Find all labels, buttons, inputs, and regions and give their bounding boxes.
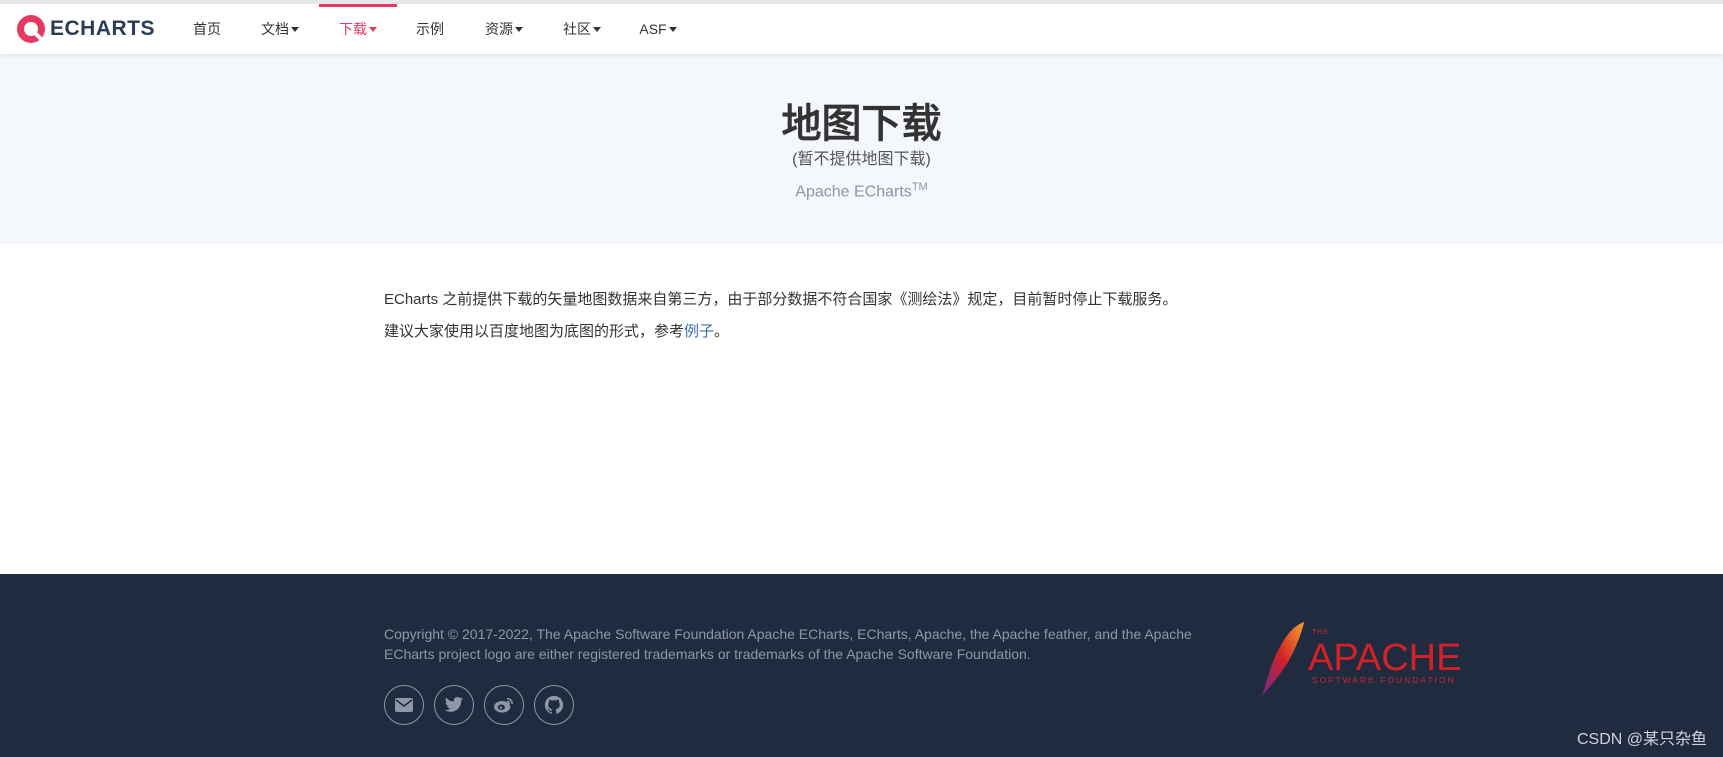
mail-button[interactable] bbox=[384, 685, 424, 725]
notice-content: ECharts 之前提供下载的矢量地图数据来自第三方，由于部分数据不符合国家《测… bbox=[384, 284, 1344, 348]
notice-line-2: 建议大家使用以百度地图为底图的形式，参考例子。 bbox=[384, 316, 1344, 348]
trademark-mark: TM bbox=[911, 181, 928, 193]
nav-home[interactable]: 首页 bbox=[186, 4, 228, 54]
nav-resources-label: 资源 bbox=[485, 21, 513, 37]
twitter-button[interactable] bbox=[434, 685, 474, 725]
notice-line-2-suffix: 。 bbox=[714, 323, 730, 340]
notice-line-2-prefix: 建议大家使用以百度地图为底图的形式，参考 bbox=[384, 323, 685, 340]
page-header: 地图下载 (暂不提供地图下载) Apache EChartsTM bbox=[0, 54, 1723, 244]
echarts-logo-icon bbox=[17, 15, 45, 43]
page-subtitle: (暂不提供地图下载) bbox=[792, 151, 931, 168]
top-navbar: ECHARTS 首页 文档 下载 示例 资源 社区 ASF bbox=[0, 4, 1723, 54]
brand-line: Apache EChartsTM bbox=[0, 181, 1723, 201]
github-button[interactable] bbox=[534, 685, 574, 725]
nav-download-label: 下载 bbox=[339, 21, 367, 37]
mail-icon bbox=[395, 698, 413, 712]
nav-home-label: 首页 bbox=[193, 21, 221, 37]
echarts-logo[interactable]: ECHARTS bbox=[16, 12, 155, 46]
apache-logo-the: THE bbox=[1312, 629, 1329, 636]
chevron-down-icon bbox=[668, 27, 677, 32]
copyright-text: Copyright © 2017-2022, The Apache Softwa… bbox=[384, 626, 1192, 662]
apache-logo-name: APACHE bbox=[1308, 637, 1461, 679]
csdn-watermark: CSDN @某只杂鱼 bbox=[1576, 731, 1707, 748]
echarts-logo-text: ECHARTS bbox=[50, 17, 156, 40]
nav-resources[interactable]: 资源 bbox=[476, 4, 532, 54]
site-footer: Copyright © 2017-2022, The Apache Softwa… bbox=[0, 574, 1723, 757]
apache-foundation-logo[interactable]: THE APACHE SOFTWARE FOUNDATION bbox=[1258, 618, 1478, 698]
twitter-icon bbox=[444, 697, 464, 712]
nav-asf[interactable]: ASF bbox=[632, 4, 684, 54]
nav-community-label: 社区 bbox=[563, 21, 591, 37]
apache-feather-icon: THE APACHE SOFTWARE FOUNDATION bbox=[1262, 622, 1461, 696]
page-title: 地图下载 bbox=[781, 102, 942, 146]
nav-community[interactable]: 社区 bbox=[554, 4, 610, 54]
nav-download[interactable]: 下载 bbox=[319, 4, 397, 54]
nav-docs-label: 文档 bbox=[261, 21, 289, 37]
example-link[interactable]: 例子 bbox=[684, 323, 714, 340]
weibo-icon bbox=[494, 697, 513, 713]
notice-line-1: ECharts 之前提供下载的矢量地图数据来自第三方，由于部分数据不符合国家《测… bbox=[384, 291, 1178, 308]
nav-examples[interactable]: 示例 bbox=[408, 4, 452, 54]
chevron-down-icon bbox=[593, 27, 601, 32]
nav-examples-label: 示例 bbox=[416, 21, 444, 37]
nav-docs[interactable]: 文档 bbox=[252, 4, 308, 54]
chevron-down-icon bbox=[291, 27, 299, 32]
chevron-down-icon bbox=[515, 27, 523, 32]
weibo-button[interactable] bbox=[484, 685, 524, 725]
brand-name: Apache ECharts bbox=[795, 183, 912, 201]
github-icon bbox=[544, 695, 564, 714]
nav-asf-label: ASF bbox=[639, 21, 667, 37]
chevron-down-icon bbox=[369, 27, 377, 32]
apache-logo-tagline: SOFTWARE FOUNDATION bbox=[1312, 675, 1456, 685]
